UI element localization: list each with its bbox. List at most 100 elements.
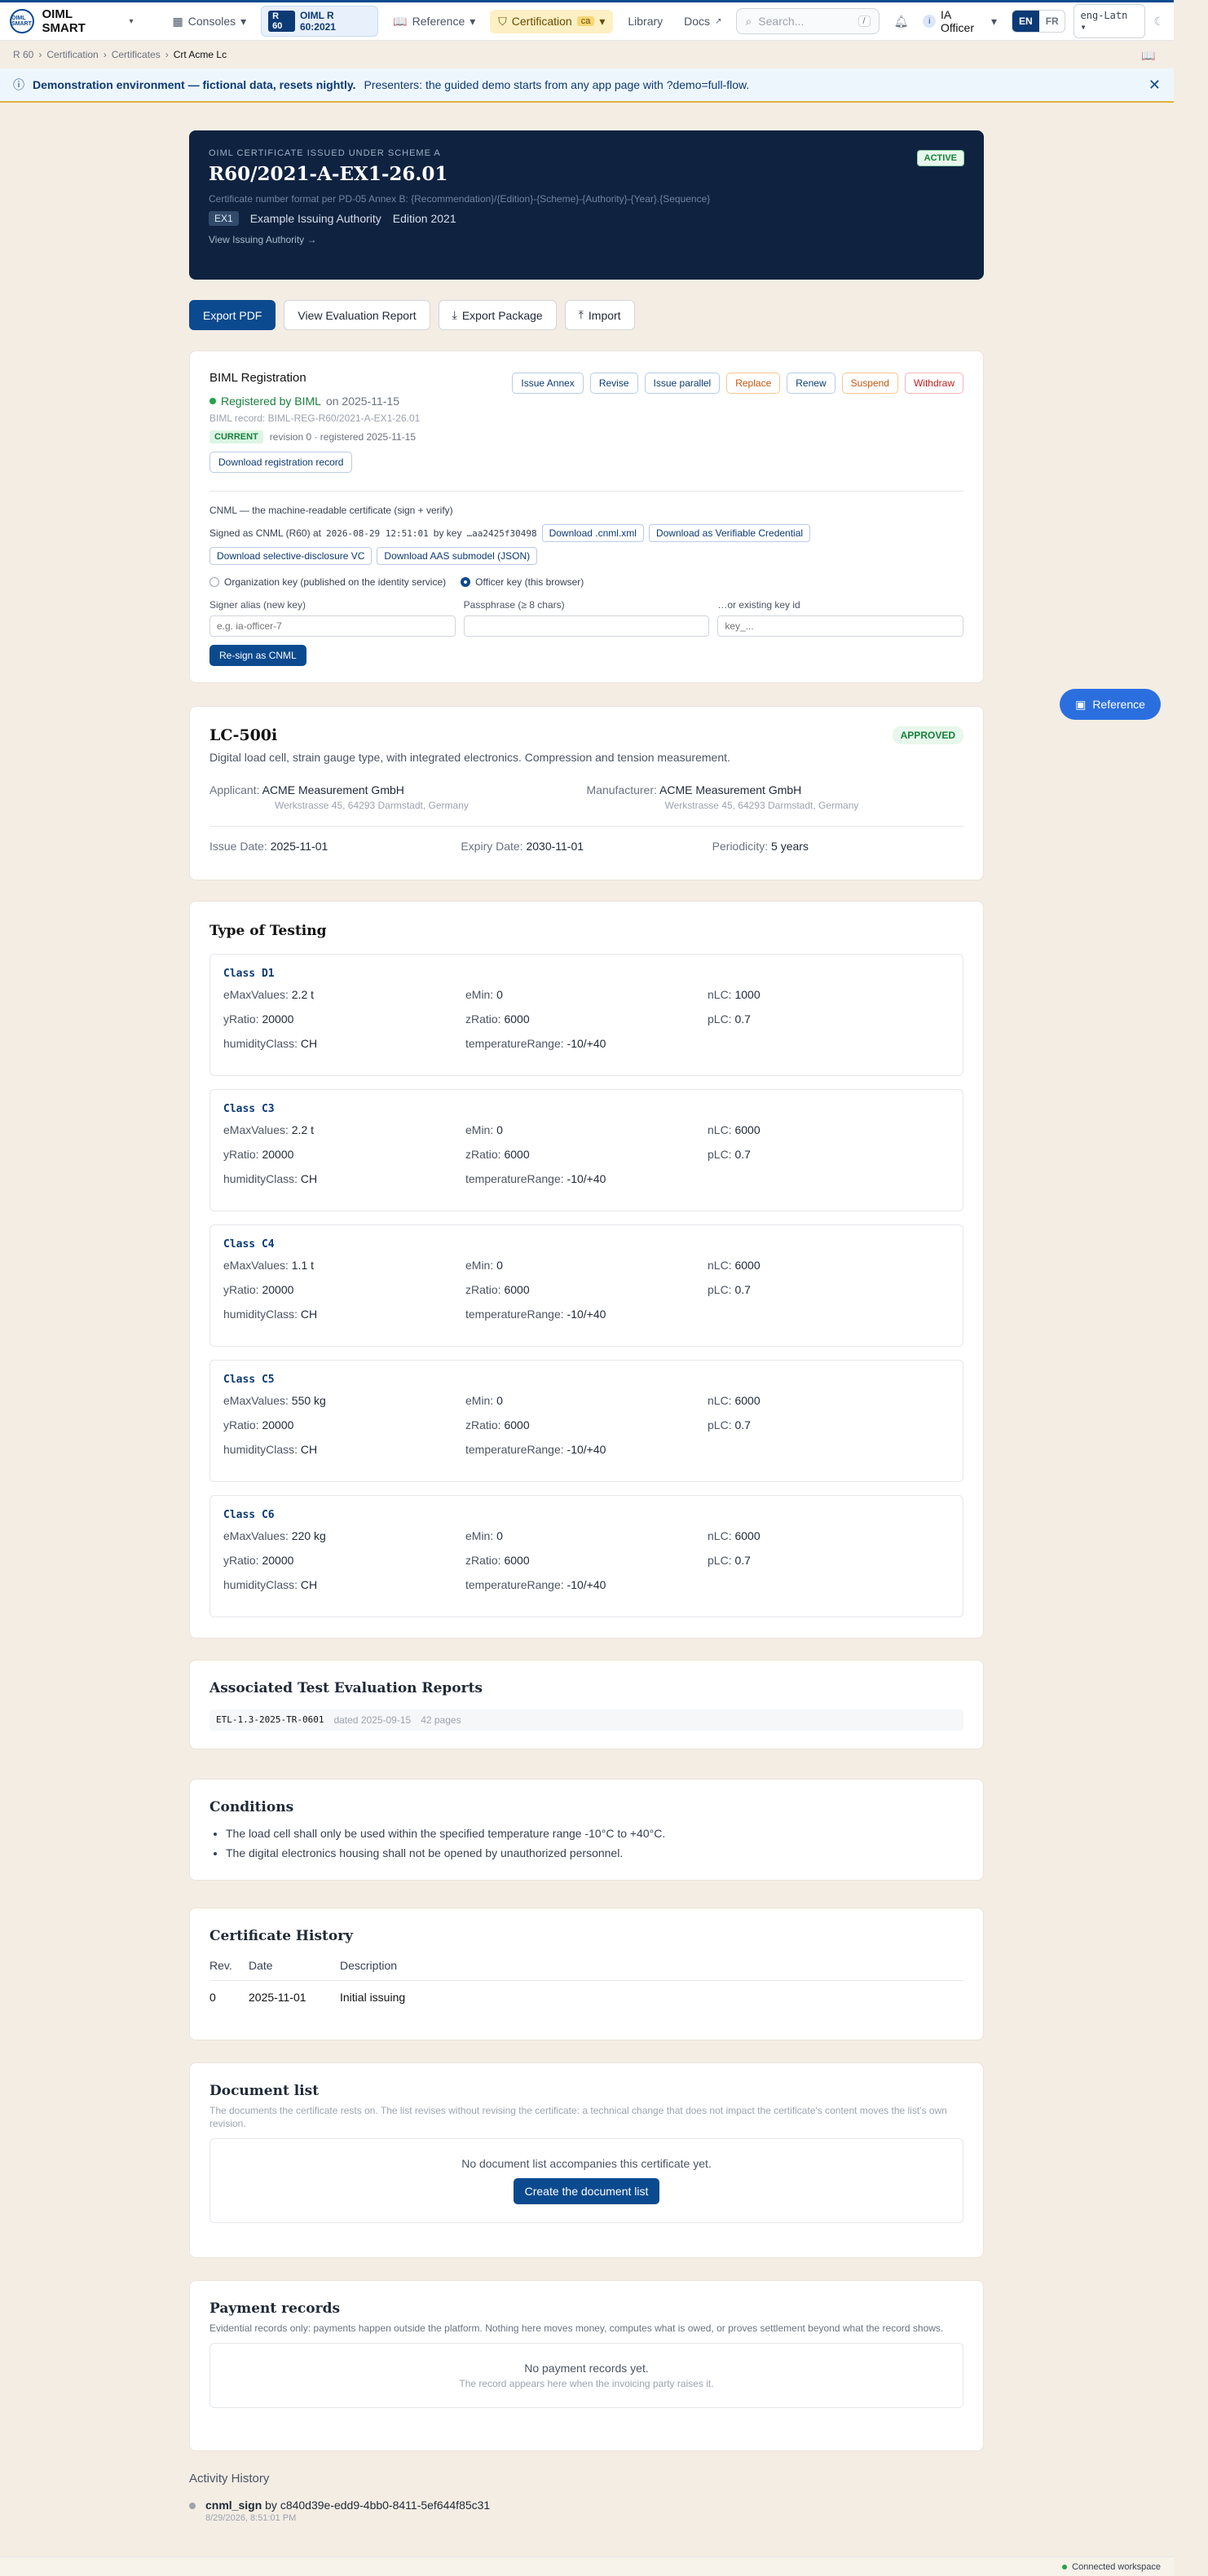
breadcrumb-r60[interactable]: R 60 [13,49,33,60]
script-select[interactable]: eng-Latn ▾ [1073,4,1146,38]
create-document-list-button[interactable]: Create the document list [513,2178,660,2205]
export-package-button[interactable]: ⤓ Export Package [438,300,557,330]
export-pdf-label: Export PDF [203,308,262,322]
radio-circle-selected [461,577,471,587]
oiml-logo[interactable]: OIML SMART [10,9,34,33]
chevron-down-icon: ▾ [599,14,606,28]
breadcrumb-certificates[interactable]: Certificates [112,49,161,60]
download-registration-button[interactable]: Download registration record [209,452,353,473]
test-reports-card: Associated Test Evaluation Reports ETL-1… [189,1660,984,1749]
existing-key-label: …or existing key id [717,599,800,611]
periodicity-label: Periodicity: [712,840,769,853]
renew-button[interactable]: Renew [787,373,835,394]
lang-fr[interactable]: FR [1039,11,1065,32]
parameter: temperatureRange: -10/+40 [465,1172,708,1185]
bell-icon[interactable]: 🔔︎ [894,15,909,29]
user-menu[interactable]: i IA Officer ▾ [916,3,1003,39]
reference-menu[interactable]: 📖 Reference ▾ [386,10,482,33]
library-link[interactable]: Library [621,10,669,33]
consoles-menu[interactable]: ▦ Consoles ▾ [166,10,254,33]
parameter: zRatio: 6000 [465,1148,708,1161]
alias-label: Signer alias (new key) [209,599,306,611]
connection-dot [1062,2564,1068,2569]
close-icon[interactable]: ✕ [1148,77,1161,94]
certification-menu[interactable]: ⛉ Certification ca ▾ [490,9,614,33]
report-row[interactable]: ETL-1.3-2025-TR-0601 dated 2025-09-15 42… [209,1709,963,1731]
parameter-key: pLC: [708,1283,732,1296]
existing-key-input[interactable] [717,615,964,637]
parameter-key: pLC: [708,1554,732,1567]
empty-message: No payment records yet. [524,2362,649,2375]
lang-en[interactable]: EN [1012,11,1039,32]
parameter-key: yRatio: [223,1283,259,1296]
issue-parallel-button[interactable]: Issue parallel [644,373,721,394]
moon-icon[interactable]: ☾ [1153,15,1164,29]
download-sd-vc-button[interactable]: Download selective-disclosure VC [209,547,373,565]
radio-officer-key[interactable]: Officer key (this browser) [461,576,584,588]
document-list-subtitle: The documents the certificate rests on. … [209,2105,947,2130]
biml-registration-card: BIML Registration Registered by BIML on 2… [189,351,984,683]
parameter-key: temperatureRange: [465,1037,564,1050]
library-label: Library [628,15,664,28]
parameter-key: yRatio: [223,1554,259,1567]
class-name: Class D1 [223,968,275,980]
class-name: Class C4 [223,1238,275,1251]
parameter-value: 0.7 [734,1012,751,1026]
view-issuing-authority-link[interactable]: View Issuing Authority → [209,234,964,245]
revise-button[interactable]: Revise [589,373,638,394]
withdraw-button[interactable]: Withdraw [904,373,963,394]
parameter: pLC: 0.7 [708,1148,950,1161]
parameter-value: -10/+40 [567,1578,606,1591]
approval-badge: APPROVED [892,726,963,744]
payment-records-card: Payment records Evidential records only:… [189,2280,984,2451]
reference-floating-button[interactable]: ▣ Reference [1060,689,1161,720]
replace-button[interactable]: Replace [726,373,781,394]
signer-alias-input[interactable] [209,615,456,637]
search-placeholder: Search... [758,15,805,28]
radio-org-key[interactable]: Organization key (published on the ident… [209,576,446,588]
manufacturer-address: Werkstrasse 45, 64293 Darmstadt, Germany [664,800,859,811]
search-input[interactable]: ⌕ Search... / [736,8,880,34]
by-key-label: by key [433,527,462,539]
parameter: humidityClass: CH [223,1037,465,1050]
breadcrumb-certification[interactable]: Certification [46,49,98,60]
external-link-icon: ↗ [715,16,722,26]
chevron-down-icon: ▾ [470,14,476,28]
suspend-button[interactable]: Suspend [841,373,898,394]
parameter-value: 6000 [504,1283,530,1296]
view-evaluation-report-button[interactable]: View Evaluation Report [284,300,430,330]
view-report-label: View Evaluation Report [298,308,417,322]
download-vc-button[interactable]: Download as Verifiable Credential [648,524,811,542]
brand-name[interactable]: OIML SMART [42,7,118,35]
parameter-key: zRatio: [465,1418,501,1431]
status-footer: Connected workspace [0,2556,1174,2576]
consoles-label: Consoles [187,15,236,28]
test-class-card: Class C4 eMaxValues: 1.1 t eMin: 0 nLC: 600… [209,1224,963,1347]
docs-link[interactable]: Docs ↗ [677,10,728,33]
resign-cnml-button[interactable]: Re-sign as CNML [209,645,306,666]
parameter: pLC: 0.7 [708,1012,950,1026]
import-button[interactable]: ⤒ Import [564,300,635,330]
parameter-value: 0 [496,1529,503,1542]
download-aas-button[interactable]: Download AAS submodel (JSON) [377,547,538,565]
condition-item: The digital electronics housing shall no… [226,1846,963,1859]
recommendation-selector[interactable]: R 60 OIML R 60:2021 [261,6,379,37]
book-icon[interactable]: 📖 [1141,49,1155,63]
chevron-down-icon[interactable]: ▾ [130,17,134,26]
download-cnml-button[interactable]: Download .cnml.xml [541,524,644,542]
class-list: Class D1 eMaxValues: 2.2 t eMin: 0 nLC: 100… [209,954,963,1617]
parameter: pLC: 0.7 [708,1283,950,1296]
page-edge [1174,0,1208,2576]
issue-annex-button[interactable]: Issue Annex [512,373,584,394]
parameter-key: humidityClass: [223,1578,298,1591]
docs-label: Docs [684,15,711,28]
empty-submessage: The record appears here when the invoici… [459,2378,714,2390]
parameter: yRatio: 20000 [223,1012,465,1026]
export-pdf-button[interactable]: Export PDF [189,300,276,330]
parameter-value: 0 [496,1123,503,1136]
class-name: Class C6 [223,1509,275,1521]
parameter-value: 6000 [734,1394,761,1407]
revision-info: revision 0 · registered 2025-11-15 [269,431,416,443]
passphrase-input[interactable] [463,615,710,637]
parameter-value: CH [300,1308,318,1321]
